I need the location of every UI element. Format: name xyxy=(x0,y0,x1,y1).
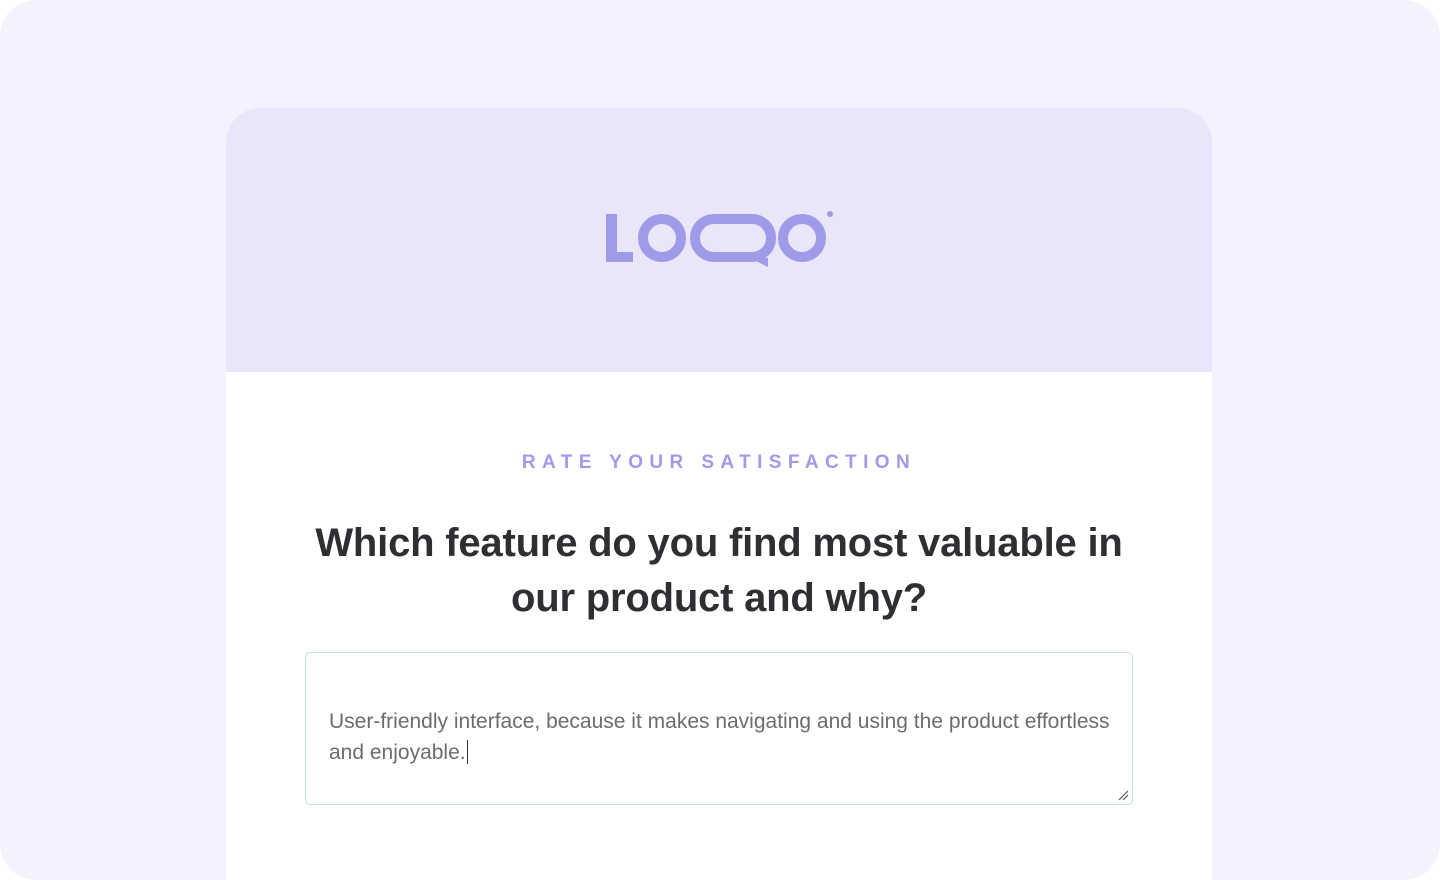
page-background: RATE YOUR SATISFACTION Which feature do … xyxy=(0,0,1440,880)
resize-handle-icon[interactable] xyxy=(1118,790,1129,801)
logo-registered-dot xyxy=(827,211,833,217)
brand-logo xyxy=(606,211,833,267)
answer-textarea[interactable]: User-friendly interface, because it make… xyxy=(305,652,1133,805)
card-header xyxy=(226,108,1212,372)
logo-q-tail xyxy=(750,258,768,267)
logo-letter-l xyxy=(606,214,633,262)
logo-letter-o-1 xyxy=(638,214,686,262)
section-eyebrow: RATE YOUR SATISFACTION xyxy=(521,452,917,473)
logo-letter-q xyxy=(690,214,776,262)
logo-letter-o-2 xyxy=(778,214,826,262)
survey-card: RATE YOUR SATISFACTION Which feature do … xyxy=(226,108,1212,880)
text-caret xyxy=(466,740,469,764)
answer-value: User-friendly interface, because it make… xyxy=(329,710,1110,764)
survey-question: Which feature do you find most valuable … xyxy=(315,521,1123,620)
